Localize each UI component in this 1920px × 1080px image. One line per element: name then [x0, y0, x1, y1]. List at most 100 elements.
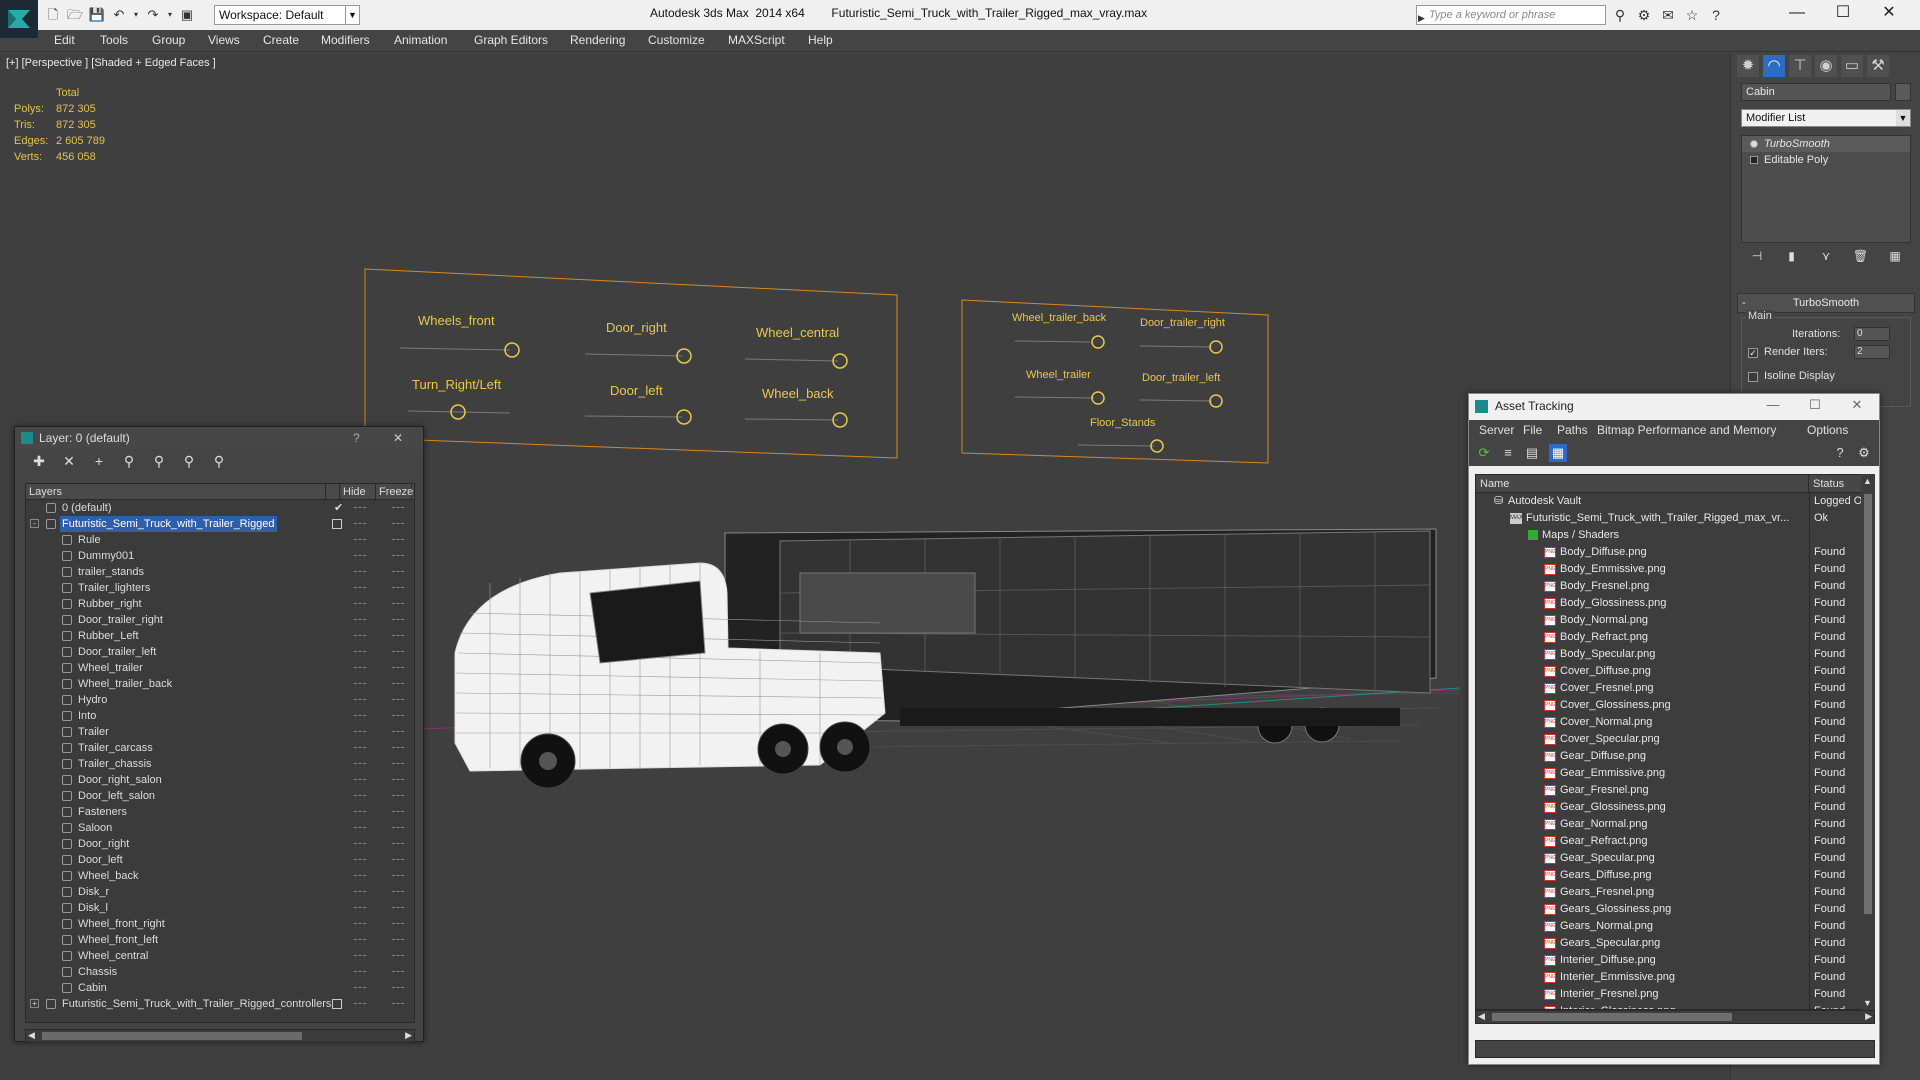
menu-modifiers[interactable]: Modifiers	[321, 33, 370, 47]
asset-row-map[interactable]: PNG Gear_Emmissive.png Found	[1476, 765, 1874, 782]
freeze-toggle[interactable]	[392, 827, 404, 829]
layer-row-default[interactable]: 0 (default) ✔	[26, 500, 414, 516]
undo-dropdown-icon[interactable]: ▾	[132, 6, 140, 24]
remove-modifier-icon[interactable]: 🗑	[1851, 249, 1871, 263]
freeze-toggle[interactable]	[392, 811, 404, 813]
asset-row-map[interactable]: PNG Gear_Glossiness.png Found	[1476, 799, 1874, 816]
freeze-toggle[interactable]	[392, 907, 404, 909]
motion-tab-icon[interactable]: ◉	[1815, 55, 1837, 77]
hide-toggle[interactable]	[354, 923, 366, 925]
layer-object-row[interactable]: Fasteners	[26, 804, 414, 820]
freeze-toggle[interactable]	[392, 747, 404, 749]
current-layer-toggle[interactable]	[332, 519, 342, 529]
freeze-toggle[interactable]	[392, 891, 404, 893]
layer-object-row[interactable]: Rubber_right	[26, 596, 414, 612]
asset-row-map[interactable]: PNG Body_Glossiness.png Found	[1476, 595, 1874, 612]
modifier-list-dropdown[interactable]: Modifier List ▼	[1741, 109, 1911, 127]
stack-item-turbosmooth[interactable]: TurboSmooth	[1742, 136, 1910, 152]
freeze-toggle[interactable]	[392, 939, 404, 941]
asset-row-map[interactable]: PNG Cover_Diffuse.png Found	[1476, 663, 1874, 680]
hide-all-icon[interactable]: ⚲	[177, 453, 201, 473]
col-layers[interactable]: Layers	[26, 484, 326, 499]
controller-panel-left[interactable]	[364, 268, 898, 459]
layer-object-row[interactable]: Door_left_salon	[26, 788, 414, 804]
add-to-layer-icon[interactable]: +	[87, 453, 111, 473]
layer-object-row[interactable]: Trailer_chassis	[26, 756, 414, 772]
asset-row-vault[interactable]: ⛁ Autodesk Vault Logged O	[1476, 493, 1874, 510]
hide-toggle[interactable]	[354, 779, 366, 781]
layer-object-row[interactable]: Wheel_trailer_back	[26, 676, 414, 692]
asset-row-map[interactable]: PNG Body_Normal.png Found	[1476, 612, 1874, 629]
freeze-toggle[interactable]	[392, 699, 404, 701]
freeze-toggle[interactable]	[392, 955, 404, 957]
save-icon[interactable]: 💾	[88, 6, 106, 24]
menu-create[interactable]: Create	[263, 33, 299, 47]
render-iters-spinner[interactable]: 2	[1854, 345, 1890, 359]
asset-menu-server[interactable]: Server	[1479, 423, 1514, 437]
freeze-toggle[interactable]	[392, 523, 404, 525]
freeze-toggle[interactable]	[392, 971, 404, 973]
minimize-button[interactable]: —	[1774, 0, 1820, 30]
freeze-toggle[interactable]	[392, 843, 404, 845]
hide-toggle[interactable]	[354, 763, 366, 765]
help-icon[interactable]: ?	[1706, 5, 1726, 25]
table-view-icon[interactable]: ▤	[1523, 444, 1541, 462]
expand-icon[interactable]	[1750, 156, 1758, 164]
hide-toggle[interactable]	[354, 603, 366, 605]
freeze-toggle[interactable]	[392, 731, 404, 733]
close-icon[interactable]: ✕	[393, 427, 403, 449]
asset-row-map[interactable]: PNG Gear_Refract.png Found	[1476, 833, 1874, 850]
freeze-toggle[interactable]	[392, 923, 404, 925]
hide-toggle[interactable]	[354, 811, 366, 813]
layer-object-row[interactable]: Into	[26, 708, 414, 724]
asset-row-map[interactable]: PNG Cover_Fresnel.png Found	[1476, 680, 1874, 697]
project-folder-icon[interactable]: ▣	[178, 6, 196, 24]
hide-toggle[interactable]	[354, 587, 366, 589]
asset-row-map[interactable]: PNG Gears_Glossiness.png Found	[1476, 901, 1874, 918]
hide-toggle[interactable]	[354, 891, 366, 893]
help-icon[interactable]: ?	[1831, 444, 1849, 462]
hide-toggle[interactable]	[354, 571, 366, 573]
layer-object-row[interactable]: Wheel_front_left	[26, 932, 414, 948]
freeze-toggle[interactable]	[392, 859, 404, 861]
freeze-toggle[interactable]	[392, 651, 404, 653]
freeze-all-icon[interactable]: ⚲	[207, 453, 231, 473]
search-input[interactable]: ▶ Type a keyword or phrase	[1416, 5, 1606, 25]
create-layer-icon[interactable]: ✚	[27, 453, 51, 473]
asset-row-map[interactable]: PNG Gear_Fresnel.png Found	[1476, 782, 1874, 799]
hide-toggle[interactable]	[354, 651, 366, 653]
asset-row-map[interactable]: PNG Gears_Normal.png Found	[1476, 918, 1874, 935]
hide-toggle[interactable]	[354, 539, 366, 541]
col-status[interactable]: Status	[1809, 475, 1863, 492]
scrollbar-thumb[interactable]	[42, 1032, 302, 1040]
render-iters-checkbox[interactable]: ✓	[1748, 348, 1758, 358]
layer-row-truck[interactable]: - Futuristic_Semi_Truck_with_Trailer_Rig…	[26, 516, 414, 532]
app-logo[interactable]	[0, 0, 38, 38]
asset-row-map[interactable]: PNG Interier_Fresnel.png Found	[1476, 986, 1874, 1003]
asset-row-map[interactable]: PNG Gears_Specular.png Found	[1476, 935, 1874, 952]
new-file-icon[interactable]: 🗋	[44, 6, 62, 24]
hide-toggle[interactable]	[354, 555, 366, 557]
configure-modifier-sets-icon[interactable]: ▦	[1885, 249, 1905, 263]
menu-animation[interactable]: Animation	[394, 33, 447, 47]
hide-toggle[interactable]	[354, 859, 366, 861]
collapse-icon[interactable]: -	[30, 519, 39, 528]
object-color-swatch[interactable]	[1895, 83, 1911, 101]
freeze-toggle[interactable]	[392, 507, 404, 509]
hide-toggle[interactable]	[354, 843, 366, 845]
asset-menu-file[interactable]: File	[1523, 423, 1542, 437]
freeze-toggle[interactable]	[392, 571, 404, 573]
layer-object-row[interactable]: Door_trailer_left	[26, 644, 414, 660]
asset-row-map[interactable]: PNG Cover_Normal.png Found	[1476, 714, 1874, 731]
current-layer-toggle[interactable]	[332, 999, 342, 1009]
modify-tab-icon[interactable]: ◠	[1763, 55, 1785, 77]
layer-object-row[interactable]: Cabin	[26, 980, 414, 996]
scrollbar-thumb[interactable]	[1492, 1013, 1732, 1021]
freeze-toggle[interactable]	[392, 987, 404, 989]
freeze-toggle[interactable]	[392, 1003, 404, 1005]
asset-vertical-scrollbar[interactable]: ▲ ▼	[1861, 474, 1875, 1010]
freeze-toggle[interactable]	[392, 763, 404, 765]
hide-toggle[interactable]	[354, 827, 366, 829]
asset-row-map[interactable]: PNG Cover_Specular.png Found	[1476, 731, 1874, 748]
layer-object-row[interactable]: Disk_l	[26, 900, 414, 916]
